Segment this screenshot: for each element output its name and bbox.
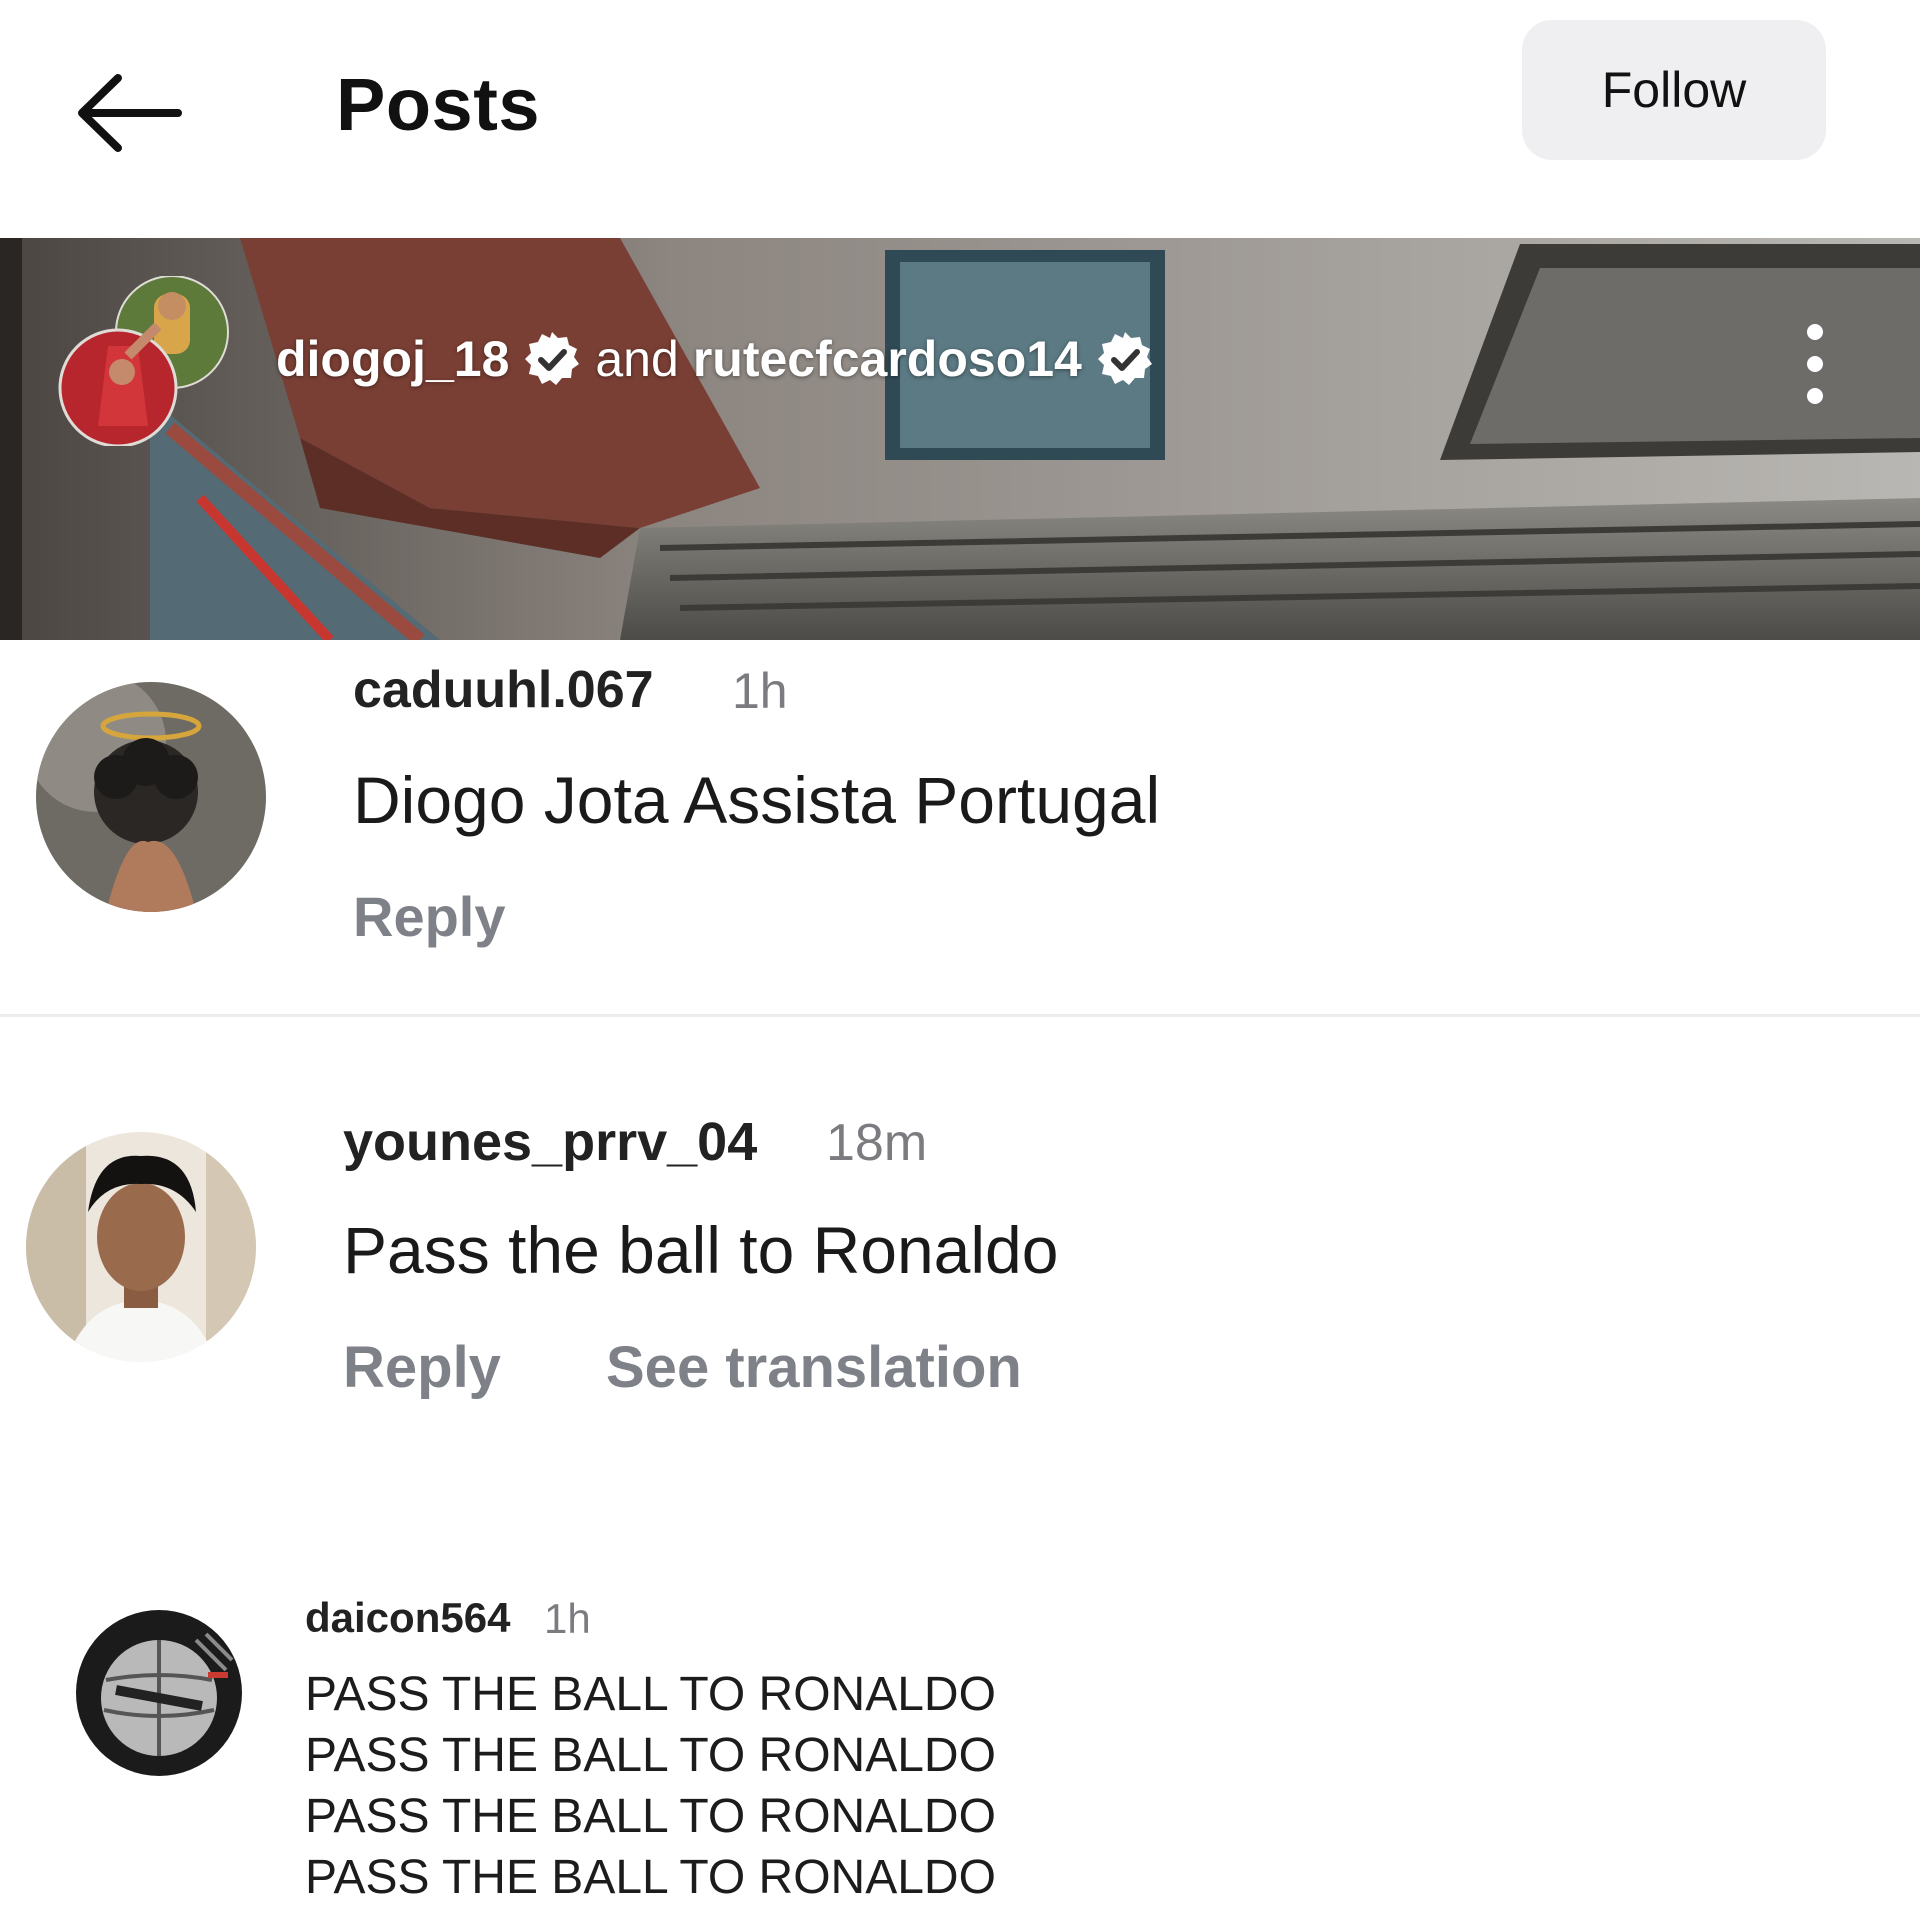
post-authors: diogoj_18 and rutecfcardoso14	[276, 330, 1154, 388]
post-authors-connector: and	[595, 331, 679, 387]
comment-text-line: PASS THE BALL TO RONALDO	[305, 1729, 996, 1782]
post-author-username[interactable]: diogoj_18	[276, 330, 509, 388]
post-background-image	[0, 238, 1920, 640]
page-title: Posts	[336, 63, 541, 146]
post-authors-avatars[interactable]	[58, 275, 238, 448]
more-vertical-icon[interactable]	[1800, 320, 1830, 410]
comment-username[interactable]: younes_prrv_04	[343, 1111, 757, 1173]
reply-button[interactable]: Reply	[343, 1334, 501, 1401]
comment-text-line: PASS THE BALL TO RONALDO	[305, 1668, 996, 1721]
verified-badge-icon	[525, 332, 580, 385]
comment-text-line: PASS THE BALL TO RONALDO	[305, 1790, 996, 1843]
commenter-avatar[interactable]	[26, 1132, 256, 1362]
comment-timestamp: 1h	[544, 1595, 591, 1642]
comment-timestamp: 1h	[732, 663, 788, 719]
follow-button[interactable]: Follow	[1522, 20, 1826, 160]
see-translation-button[interactable]: See translation	[606, 1334, 1022, 1401]
post-header[interactable]: diogoj_18 and rutecfcardoso14	[0, 238, 1920, 640]
reply-button[interactable]: Reply	[353, 884, 506, 949]
comment-username[interactable]: daicon564	[305, 1594, 510, 1642]
comment-username[interactable]: caduuhl.067	[353, 660, 654, 720]
post-coauthor-username[interactable]: rutecfcardoso14	[693, 330, 1082, 388]
comment-text-line: PASS THE BALL TO RONALDO	[305, 1851, 996, 1904]
verified-badge-icon	[1097, 332, 1152, 385]
arrow-left-icon[interactable]	[74, 70, 184, 156]
comment-text: Pass the ball to Ronaldo	[343, 1213, 1059, 1287]
commenter-avatar[interactable]	[76, 1610, 242, 1776]
comment-timestamp: 18m	[826, 1114, 928, 1172]
comment-text: PASS THE BALL TO RONALDO PASS THE BALL T…	[305, 1664, 996, 1908]
divider	[0, 1014, 1920, 1017]
commenter-avatar[interactable]	[36, 682, 266, 912]
comment-text: Diogo Jota Assista Portugal	[353, 763, 1161, 837]
